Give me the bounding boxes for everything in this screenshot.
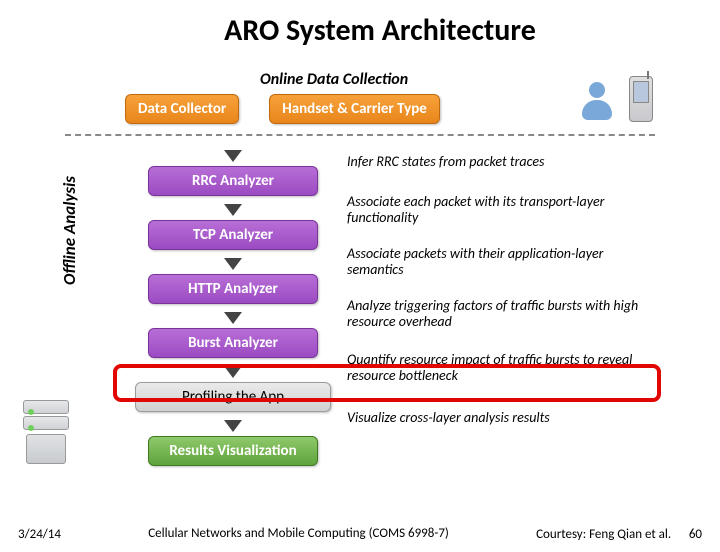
stage-description: Associate packets with their application…	[347, 246, 647, 278]
online-section-label: Online Data Collection	[260, 70, 408, 89]
pipeline-stage: TCP Analyzer	[133, 204, 333, 250]
online-row: Data Collector Handset & Carrier Type	[125, 94, 440, 124]
user-icon	[579, 82, 615, 124]
pipeline-column: RRC Analyzer TCP Analyzer HTTP Analyzer Bur…	[133, 148, 333, 474]
stage-description: Analyze triggering factors of traffic bu…	[347, 298, 647, 330]
architecture-diagram: Online Data Collection Data Collector Ha…	[85, 70, 665, 480]
carrier-type-box: Handset & Carrier Type	[269, 94, 440, 124]
pipeline-stage: Results Visualization	[133, 420, 333, 466]
pipeline-stage: HTTP Analyzer	[133, 258, 333, 304]
stage-box: Burst Analyzer	[148, 328, 318, 358]
slide-title: ARO System Architecture	[40, 12, 720, 49]
stage-box: Results Visualization	[148, 436, 318, 466]
stage-description: Infer RRC states from packet traces	[347, 154, 647, 170]
arrow-down-icon	[224, 420, 242, 432]
pipeline-stage: RRC Analyzer	[133, 150, 333, 196]
stage-description: Visualize cross-layer analysis results	[347, 410, 647, 426]
section-divider	[65, 134, 655, 136]
server-icon	[23, 400, 69, 462]
stage-box: HTTP Analyzer	[148, 274, 318, 304]
stage-description: Quantify resource impact of traffic burs…	[347, 352, 647, 384]
phone-icon	[629, 76, 653, 122]
stage-box: Profiling the App	[135, 382, 331, 412]
pipeline-stage: Burst Analyzer	[133, 312, 333, 358]
arrow-down-icon	[224, 150, 242, 162]
pipeline-stage: Profiling the App	[133, 366, 333, 412]
stage-description: Associate each packet with its transport…	[347, 194, 647, 226]
data-collector-box: Data Collector	[125, 94, 239, 124]
arrow-down-icon	[224, 366, 242, 378]
stage-box: TCP Analyzer	[148, 220, 318, 250]
arrow-down-icon	[224, 312, 242, 324]
arrow-down-icon	[224, 204, 242, 216]
stage-box: RRC Analyzer	[148, 166, 318, 196]
offline-section-label: Offline Analysis	[59, 176, 80, 285]
arrow-down-icon	[224, 258, 242, 270]
